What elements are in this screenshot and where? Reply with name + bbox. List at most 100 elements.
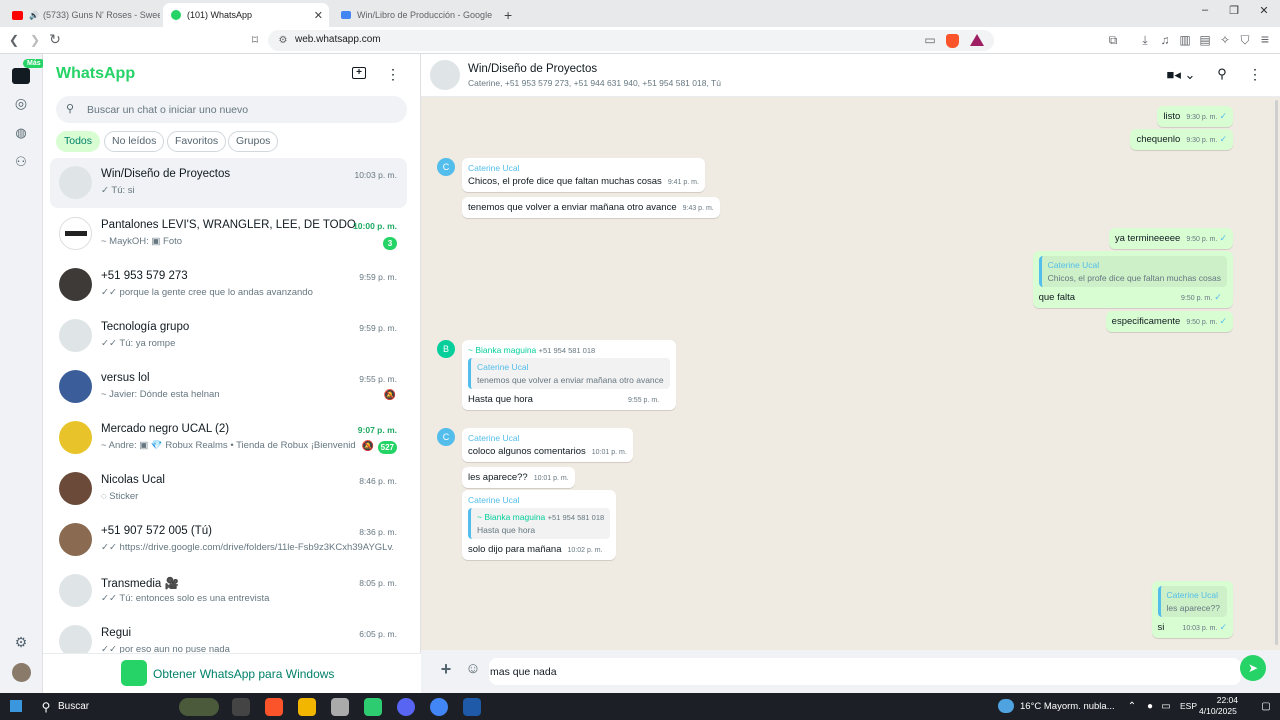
message-input[interactable]: mas que nada: [489, 658, 1241, 685]
minimize-button[interactable]: –: [1193, 4, 1217, 22]
filter-no-leidos[interactable]: No leídos: [104, 131, 165, 152]
reload-icon[interactable]: ↻: [47, 32, 63, 46]
scrollbar[interactable]: [1275, 100, 1278, 645]
emoji-icon[interactable]: ☺: [465, 661, 481, 676]
sender-name[interactable]: ~ Bianka maguina +51 954 581 018: [468, 345, 670, 355]
sender-avatar[interactable]: C: [437, 428, 455, 446]
message-outgoing[interactable]: especificamente 9:50 p. m. ✓: [1105, 311, 1233, 332]
communities-icon[interactable]: ⚇: [11, 155, 31, 169]
chevron-up-icon[interactable]: ⌃: [1124, 700, 1140, 714]
windows-start-icon[interactable]: [10, 700, 22, 712]
message-outgoing[interactable]: Caterine Ucal Chicos, el profe dice que f…: [1032, 251, 1233, 308]
message-incoming[interactable]: tenemos que volver a enviar mañana otro …: [462, 197, 720, 218]
file-explorer-icon[interactable]: [298, 698, 316, 716]
brave-shield-icon[interactable]: [946, 34, 959, 48]
sidebar-icon[interactable]: ▥: [1177, 33, 1193, 47]
maximize-button[interactable]: ❐: [1222, 4, 1246, 22]
chat-row[interactable]: Transmedia 🎥 8:05 p. m. ✓✓ Tú: entonces …: [50, 566, 407, 616]
message-incoming[interactable]: Caterine Ucal Chicos, el profe dice que …: [462, 158, 705, 192]
tab-whatsapp[interactable]: (101) WhatsApp ✕: [163, 3, 329, 27]
message-outgoing[interactable]: ya termineeeee 9:50 p. m. ✓: [1108, 228, 1233, 249]
sender-name[interactable]: Caterine Ucal: [468, 163, 699, 173]
chat-row[interactable]: Win/Diseño de Proyectos 10:03 p. m. ✓ Tú…: [50, 158, 407, 208]
chat-row[interactable]: +51 953 579 273 9:59 p. m. ✓✓ porque la …: [50, 260, 407, 310]
clock-date[interactable]: 4/10/2025: [1199, 706, 1237, 716]
quoted-message[interactable]: Caterine Ucal les aparece??: [1157, 586, 1227, 617]
message-outgoing[interactable]: chequenlo 9:30 p. m. ✓: [1130, 129, 1233, 150]
channels-icon[interactable]: ◍: [13, 126, 29, 140]
notifications-icon[interactable]: ▢: [1258, 700, 1274, 714]
app-icon[interactable]: [364, 698, 382, 716]
forward-icon[interactable]: ❯: [27, 33, 43, 47]
new-tab-button[interactable]: +: [496, 3, 516, 27]
message-incoming[interactable]: les aparece?? 10:01 p. m.: [462, 467, 575, 488]
settings-icon[interactable]: ⚙: [13, 635, 29, 649]
message-incoming[interactable]: ~ Bianka maguina +51 954 581 018 Caterin…: [462, 340, 676, 410]
message-incoming[interactable]: Caterine Ucal coloco algunos comentarios…: [462, 428, 633, 462]
chat-row[interactable]: versus lol 9:55 p. m. ~ Javier: Dónde es…: [50, 362, 407, 412]
sender-name[interactable]: Caterine Ucal: [468, 495, 610, 505]
app-icon[interactable]: [463, 698, 481, 716]
menu-icon[interactable]: ≡: [1257, 32, 1273, 46]
brave-icon[interactable]: [265, 698, 283, 716]
music-icon[interactable]: ♫: [1157, 33, 1173, 47]
chat-row[interactable]: Mercado negro UCAL (2) 9:07 p. m. ~ Andr…: [50, 413, 407, 463]
download-icon[interactable]: ⤓: [1137, 33, 1153, 47]
wallet-icon[interactable]: ▤: [1197, 33, 1213, 47]
app-icon[interactable]: [331, 698, 349, 716]
chat-header[interactable]: Win/Diseño de Proyectos Caterine, +51 95…: [421, 54, 1280, 97]
get-app-link[interactable]: Obtener WhatsApp para Windows: [153, 667, 334, 681]
filter-grupos[interactable]: Grupos: [228, 131, 279, 152]
task-view-icon[interactable]: [232, 698, 250, 716]
site-info-icon[interactable]: ⚙: [275, 34, 291, 48]
message-outgoing[interactable]: Caterine Ucal les aparece?? si 10:03 p. m.…: [1151, 581, 1233, 638]
url-bar[interactable]: ⚙ web.whatsapp.com: [268, 30, 994, 51]
chat-row[interactable]: Tecnología grupo 9:59 p. m. ✓✓ Tú: ya ro…: [50, 311, 407, 361]
close-tab-icon[interactable]: ✕: [314, 9, 323, 22]
status-icon[interactable]: ◎: [13, 96, 29, 110]
sender-avatar[interactable]: C: [437, 158, 455, 176]
profile-avatar[interactable]: [12, 663, 31, 682]
tab-google-docs[interactable]: Win/Libro de Producción - Google D: [333, 3, 493, 27]
network-icon[interactable]: ▭: [1158, 700, 1174, 714]
sender-name[interactable]: Caterine Ucal: [468, 433, 627, 443]
search-icon[interactable]: ⚲: [38, 700, 54, 714]
chat-row[interactable]: Pantalones LEVI'S, WRANGLER, LEE, DE TOD…: [50, 209, 407, 259]
new-chat-icon[interactable]: +: [352, 67, 366, 79]
send-icon[interactable]: ➤: [1240, 655, 1266, 681]
attach-plus-icon[interactable]: +: [438, 660, 454, 678]
chat-row[interactable]: +51 907 572 005 (Tú) 8:36 p. m. ✓✓ https…: [50, 515, 407, 565]
back-icon[interactable]: ❮: [6, 33, 22, 47]
video-call-icon[interactable]: ■◂ ⌄: [1166, 68, 1196, 82]
message-incoming[interactable]: Caterine Ucal ~ Bianka maguina +51 954 5…: [462, 490, 617, 560]
weather-text[interactable]: 16°C Mayorm. nubla...: [1020, 701, 1115, 712]
chrome-icon[interactable]: [430, 698, 448, 716]
more-options-icon[interactable]: ⋮: [1247, 67, 1263, 81]
sender-avatar[interactable]: B: [437, 340, 455, 358]
message-outgoing[interactable]: listo 9:30 p. m. ✓: [1157, 106, 1233, 127]
chat-row[interactable]: Nicolas Ucal 8:46 p. m. ◌ Sticker: [50, 464, 407, 514]
leo-ai-icon[interactable]: ✧: [1217, 33, 1233, 47]
chats-icon[interactable]: [12, 68, 30, 84]
discord-icon[interactable]: [397, 698, 415, 716]
brave-rewards-icon[interactable]: [970, 34, 984, 46]
close-window-button[interactable]: ✕: [1252, 4, 1276, 22]
cast-icon[interactable]: ▭: [922, 33, 938, 47]
quoted-message[interactable]: Caterine Ucal tenemos que volver a enviar…: [468, 358, 670, 389]
clock-time[interactable]: 22:04: [1204, 695, 1238, 705]
get-app-banner[interactable]: Obtener WhatsApp para Windows: [43, 653, 421, 693]
filter-todos[interactable]: Todos: [56, 131, 101, 152]
language-indicator[interactable]: ESP: [1180, 701, 1197, 711]
search-box[interactable]: ⚲ Buscar un chat o iniciar uno nuevo: [56, 96, 407, 123]
taskbar-search[interactable]: Buscar: [58, 701, 89, 712]
quoted-message[interactable]: Caterine Ucal Chicos, el profe dice que f…: [1038, 256, 1227, 287]
microphone-icon[interactable]: ●: [1142, 700, 1158, 714]
filter-favoritos[interactable]: Favoritos: [167, 131, 227, 152]
quoted-message[interactable]: ~ Bianka maguina +51 954 581 018 Hasta qu…: [468, 508, 611, 539]
screenshot-icon[interactable]: ⧉: [1105, 33, 1121, 47]
bookmark-icon[interactable]: ⌑: [247, 33, 263, 47]
chat-row[interactable]: Regui 6:05 p. m. ✓✓ por eso aun no puse …: [50, 617, 407, 653]
tab-youtube[interactable]: 🔊 (5733) Guns N' Roses - Sweet Ch: [4, 3, 160, 27]
search-icon[interactable]: ⚲: [1214, 67, 1230, 81]
more-options-icon[interactable]: ⋮: [385, 67, 401, 81]
